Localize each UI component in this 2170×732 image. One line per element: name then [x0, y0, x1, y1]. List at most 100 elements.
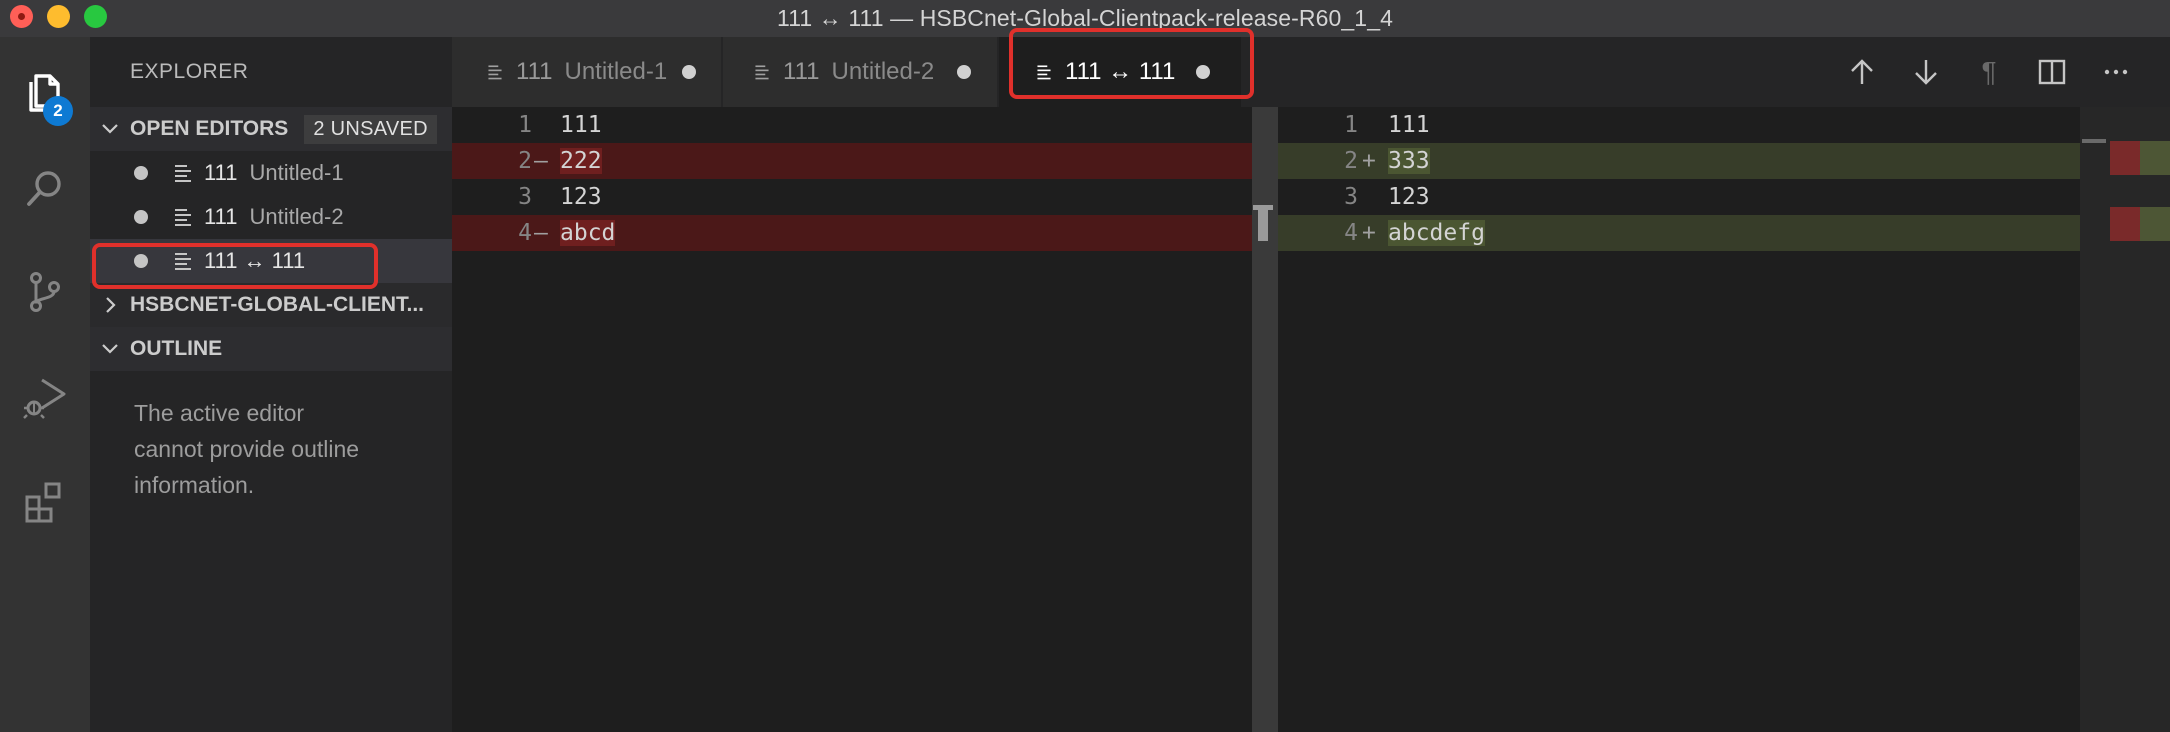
overview-added-mark: [2140, 207, 2170, 241]
text-file-icon: [175, 165, 191, 182]
extensions-icon: [25, 482, 61, 523]
unsaved-count-badge: 2 UNSAVED: [304, 114, 437, 144]
run-debug-icon: [23, 378, 66, 419]
chevron-right-icon: [90, 295, 130, 315]
split-editor-icon: [2038, 59, 2066, 85]
diff-line: 1 111: [1278, 107, 2080, 143]
removed-marker: —: [534, 148, 548, 174]
line-number: 3: [518, 184, 532, 210]
text-file-icon: [175, 253, 191, 270]
source-control-icon: [30, 272, 60, 312]
line-number: 1: [1344, 112, 1358, 138]
explorer-activity[interactable]: 2: [0, 46, 90, 136]
tab-diff-active[interactable]: 111 ↔ 111: [999, 37, 1242, 107]
overview-removed-mark: [2110, 141, 2140, 175]
explorer-sidebar: EXPLORER OPEN EDITORS 2 UNSAVED 111 Unti…: [90, 37, 452, 732]
outline-empty-message: The active editor cannot provide outline…: [90, 371, 452, 503]
text-file-icon: [175, 209, 191, 226]
overview-removed-mark: [2110, 207, 2140, 241]
split-editor-button[interactable]: [2032, 52, 2072, 92]
project-folder-label: HSBCNET-GLOBAL-CLIENT...: [130, 293, 424, 316]
open-editor-item-active[interactable]: 111 ↔ 111: [90, 239, 452, 283]
added-marker: +: [1362, 220, 1376, 246]
diff-modified-pane[interactable]: 1 111 2 + 333 3 123 4 + abcdefg: [1278, 107, 2110, 732]
unsaved-dot-icon[interactable]: [1196, 65, 1210, 79]
outline-header[interactable]: OUTLINE: [90, 327, 452, 371]
source-control-activity[interactable]: [0, 247, 90, 337]
line-text: abcdefg: [1388, 220, 1485, 246]
open-editors-label: OPEN EDITORS: [130, 117, 289, 140]
unsaved-dot-icon[interactable]: [134, 254, 148, 268]
window-title: 111 ↔ 111 — HSBCnet-Global-Clientpack-re…: [777, 5, 1393, 31]
overview-viewport-marker: [2082, 139, 2106, 143]
unsaved-dot-icon[interactable]: [134, 166, 148, 180]
open-editor-name: 111 ↔ 111: [204, 248, 306, 273]
original-pane-scroll-thumb[interactable]: [1253, 205, 1273, 241]
tab-name: 111: [516, 58, 553, 85]
open-editor-desc: Untitled-1: [249, 160, 344, 185]
removed-marker: —: [534, 220, 548, 246]
activity-bar: 2: [0, 37, 90, 732]
maximize-window-button[interactable]: [84, 5, 107, 28]
diff-line-added: 2 + 333: [1278, 143, 2110, 179]
line-text: 111: [560, 112, 602, 138]
sidebar-title: EXPLORER: [130, 60, 249, 83]
more-actions-button[interactable]: [2096, 52, 2136, 92]
tab-untitled-2[interactable]: 111 Untitled-2: [723, 37, 998, 107]
line-number: 2: [518, 148, 532, 174]
run-debug-activity[interactable]: [0, 352, 90, 442]
diff-line: 3 123: [1278, 179, 2080, 215]
search-icon: [27, 171, 61, 206]
open-editor-item[interactable]: 111 Untitled-1: [90, 151, 452, 195]
outline-message-line: information.: [134, 472, 255, 498]
chevron-down-icon: [90, 339, 130, 359]
open-editor-item[interactable]: 111 Untitled-2: [90, 195, 452, 239]
next-change-button[interactable]: [1906, 52, 1946, 92]
overview-added-mark: [2140, 141, 2170, 175]
minimize-window-button[interactable]: [47, 5, 70, 28]
previous-change-button[interactable]: [1842, 52, 1882, 92]
line-number: 3: [1344, 184, 1358, 210]
diff-line-removed: 2 — 222: [452, 143, 1252, 179]
tab-name: 111 ↔ 111: [1065, 58, 1176, 85]
line-text: 123: [560, 184, 602, 210]
open-editor-desc: Untitled-2: [249, 204, 344, 229]
window-controls: [10, 5, 107, 28]
line-text: 111: [1388, 112, 1430, 138]
original-pane-scrollbar[interactable]: [1252, 107, 1278, 732]
open-editor-name: 111: [204, 204, 238, 229]
chevron-down-icon: [90, 119, 130, 139]
arrow-up-icon: [1851, 59, 1873, 84]
more-actions-icon: [2104, 69, 2128, 75]
overview-ruler[interactable]: [2080, 107, 2170, 732]
diff-original-pane[interactable]: 1 111 2 — 222 3 123 4 — abcd: [452, 107, 1252, 732]
line-text: abcd: [560, 220, 616, 246]
line-text: 333: [1388, 148, 1430, 174]
text-file-icon: [755, 65, 769, 80]
extensions-activity[interactable]: [0, 457, 90, 547]
tab-untitled-1[interactable]: 111 Untitled-1: [452, 37, 722, 107]
line-number: 2: [1344, 148, 1358, 174]
outline-message-line: cannot provide outline: [134, 436, 360, 462]
tab-desc: Untitled-2: [831, 58, 935, 85]
diff-line-removed: 4 — abcd: [452, 215, 1252, 251]
close-window-button[interactable]: [10, 5, 33, 28]
search-activity[interactable]: [0, 144, 90, 234]
show-whitespace-button[interactable]: ¶: [1969, 52, 2009, 92]
line-text-segment: abcdefg: [1388, 220, 1485, 246]
diff-line: 1 111: [452, 107, 1252, 143]
text-file-icon: [488, 65, 502, 80]
line-text: 123: [1388, 184, 1430, 210]
tab-name: 111: [783, 58, 820, 85]
open-editors-header[interactable]: OPEN EDITORS 2 UNSAVED: [90, 107, 452, 151]
explorer-badge: 2: [43, 96, 73, 126]
line-number: 4: [1344, 220, 1358, 246]
pilcrow-icon: ¶: [1981, 56, 1997, 87]
unsaved-dot-icon[interactable]: [957, 65, 971, 79]
line-number: 4: [518, 220, 532, 246]
editor-tab-bar: 111 Untitled-1 111 Untitled-2 111 ↔ 111 …: [452, 37, 2170, 107]
outline-message-line: The active editor: [134, 400, 305, 426]
unsaved-dot-icon[interactable]: [134, 210, 148, 224]
project-folder-header[interactable]: HSBCNET-GLOBAL-CLIENT...: [90, 283, 452, 327]
unsaved-dot-icon[interactable]: [682, 65, 696, 79]
